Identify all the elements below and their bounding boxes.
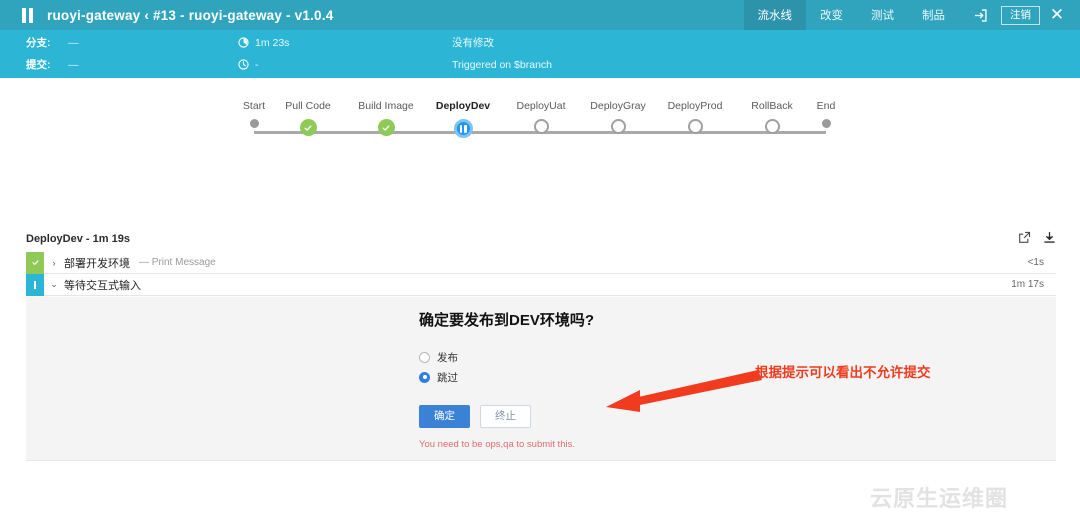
tab-tests-label: 测试 bbox=[871, 10, 894, 22]
check-icon bbox=[377, 119, 395, 136]
log-section-title: DeployDev - 1m 19s bbox=[26, 233, 130, 245]
info-column-trigger: 没有修改 Triggered on $branch bbox=[452, 30, 772, 78]
title-bar: ruoyi-gateway ‹ #13 - ruoyi-gateway - v1… bbox=[0, 0, 1080, 30]
step-duration: 1m 17s bbox=[1011, 279, 1044, 290]
tab-artifacts[interactable]: 制品 bbox=[908, 0, 959, 30]
step-list: › 部署开发环境 — Print Message <1s ⌄ 等待交互式输入 1… bbox=[26, 251, 1056, 296]
branch-row: 分支: — bbox=[26, 33, 226, 52]
branch-label: 分支: bbox=[26, 37, 51, 49]
branch-value: — bbox=[68, 36, 79, 49]
circle-outline-icon bbox=[764, 119, 780, 134]
radio-skip-label: 跳过 bbox=[437, 371, 458, 384]
radio-publish-control[interactable] bbox=[419, 351, 430, 363]
step-name: 部署开发环境 bbox=[64, 257, 130, 270]
tab-changes[interactable]: 改变 bbox=[806, 0, 857, 30]
info-column-scm: 分支: — 提交: — bbox=[26, 30, 226, 78]
check-icon bbox=[299, 119, 317, 136]
duration-row: 1m 23s bbox=[238, 33, 438, 52]
info-column-timing: 1m 23s - bbox=[238, 30, 438, 78]
annotation-text: 根据提示可以看出不允许提交 bbox=[755, 365, 931, 380]
stage-graph: Start Pull Code Build Image DeployDev De… bbox=[240, 100, 840, 145]
enter-arrow-icon[interactable] bbox=[965, 0, 995, 30]
confirm-button[interactable]: 确定 bbox=[419, 405, 470, 428]
pause-icon bbox=[22, 7, 33, 23]
radio-option-publish[interactable]: 发布 bbox=[419, 349, 749, 365]
watermark: 云原生运维圈 bbox=[870, 486, 1009, 511]
table-row[interactable]: ⌄ 等待交互式输入 1m 17s bbox=[26, 273, 1056, 296]
clock-icon bbox=[238, 59, 249, 70]
stage-end-label: End bbox=[816, 100, 836, 112]
stage-pull-code-node bbox=[263, 119, 353, 136]
time-row: - bbox=[238, 55, 438, 74]
tab-changes-label: 改变 bbox=[820, 10, 843, 22]
step-subtitle: — Print Message bbox=[139, 257, 216, 268]
abort-button[interactable]: 终止 bbox=[480, 405, 531, 428]
logout-button[interactable]: 注销 bbox=[1001, 5, 1040, 25]
annotation-arrow-icon bbox=[590, 368, 765, 423]
trigger-text: Triggered on $branch bbox=[452, 58, 553, 71]
log-action-buttons bbox=[1018, 231, 1056, 244]
tab-tests[interactable]: 测试 bbox=[857, 0, 908, 30]
top-nav: 流水线 改变 测试 制品 注销 ✕ bbox=[743, 0, 1080, 30]
commit-value: — bbox=[68, 58, 79, 71]
time-value: - bbox=[255, 58, 259, 71]
pipeline-page: ruoyi-gateway ‹ #13 - ruoyi-gateway - v1… bbox=[0, 0, 1080, 519]
chevron-right-icon[interactable]: › bbox=[44, 258, 64, 268]
pause-icon bbox=[453, 119, 473, 138]
step-duration: <1s bbox=[1027, 257, 1044, 268]
trigger-row: Triggered on $branch bbox=[452, 55, 772, 74]
radio-publish-label: 发布 bbox=[437, 351, 458, 364]
stage-deploy-dev-node bbox=[418, 119, 508, 138]
download-icon[interactable] bbox=[1043, 231, 1056, 244]
dialog-question: 确定要发布到DEV环境吗? bbox=[419, 312, 595, 329]
commit-row: 提交: — bbox=[26, 55, 226, 74]
step-name: 等待交互式输入 bbox=[64, 279, 141, 292]
tab-artifacts-label: 制品 bbox=[922, 10, 945, 22]
step-status-success-icon bbox=[26, 251, 44, 274]
tab-pipeline[interactable]: 流水线 bbox=[743, 0, 806, 30]
circle-outline-icon bbox=[533, 119, 549, 134]
stage-deploy-dev[interactable]: DeployDev bbox=[418, 100, 508, 138]
stage-pull-code[interactable]: Pull Code bbox=[263, 100, 353, 136]
changes-text: 没有修改 bbox=[452, 37, 494, 49]
external-link-icon[interactable] bbox=[1018, 231, 1031, 244]
tab-pipeline-label: 流水线 bbox=[757, 10, 793, 22]
close-icon[interactable]: ✕ bbox=[1040, 0, 1074, 30]
commit-label: 提交: bbox=[26, 59, 51, 71]
table-row[interactable]: › 部署开发环境 — Print Message <1s bbox=[26, 251, 1056, 274]
changes-row: 没有修改 bbox=[452, 33, 772, 52]
node-dot-icon bbox=[821, 119, 831, 128]
radio-skip-control[interactable] bbox=[419, 371, 430, 383]
permission-error-message: You need to be ops,qa to submit this. bbox=[419, 439, 575, 450]
stage-pull-code-label: Pull Code bbox=[285, 100, 331, 112]
duration-value: 1m 23s bbox=[255, 36, 290, 49]
circle-outline-icon bbox=[687, 119, 703, 134]
circle-outline-icon bbox=[610, 119, 626, 134]
stage-end-node bbox=[781, 119, 871, 128]
step-status-paused-icon bbox=[26, 273, 44, 296]
page-title: ruoyi-gateway ‹ #13 - ruoyi-gateway - v1… bbox=[47, 7, 334, 23]
progress-clock-icon bbox=[238, 37, 249, 48]
build-info-bar: 分支: — 提交: — 1m 23s - 没有修改 Triggered on $… bbox=[0, 30, 1080, 78]
node-dot-icon bbox=[249, 119, 259, 128]
stage-end[interactable]: End bbox=[781, 100, 871, 128]
stage-deploy-dev-label: DeployDev bbox=[435, 100, 491, 112]
chevron-down-icon[interactable]: ⌄ bbox=[44, 279, 64, 290]
